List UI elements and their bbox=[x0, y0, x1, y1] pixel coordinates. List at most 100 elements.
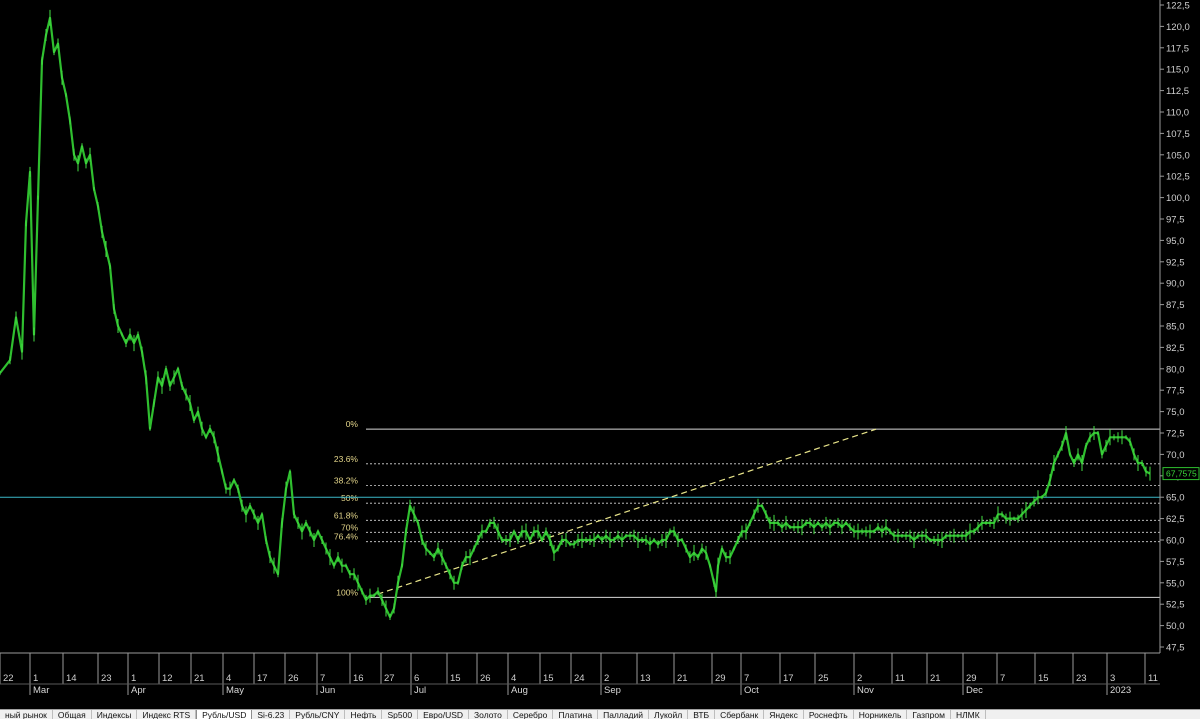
x-tick-label: 15 bbox=[543, 673, 554, 684]
price-chart[interactable]: 0%23.6%38.2%50%61.8%70%76.4%100% 122,512… bbox=[0, 0, 1200, 709]
x-tick-label: 16 bbox=[353, 673, 364, 684]
y-tick-label: 75,0 bbox=[1166, 407, 1185, 418]
y-tick-label: 77,5 bbox=[1166, 386, 1185, 397]
month-label: Mar bbox=[33, 685, 49, 696]
x-tick-label: 15 bbox=[450, 673, 461, 684]
chart-window: 0% 23.6% 38.2% 50% 61.8% 70% 76.4% 100% 122,5 12… bbox=[0, 0, 1200, 719]
tab-instrument[interactable]: Палладий bbox=[598, 710, 650, 719]
y-tick-label: 122,5 bbox=[1166, 1, 1190, 12]
x-tick-label: 13 bbox=[640, 673, 651, 684]
tab-instrument[interactable]: Золото bbox=[469, 710, 508, 719]
fib-level-label: 100% bbox=[336, 587, 358, 597]
month-label: Apr bbox=[131, 685, 146, 696]
x-tick-label: 7 bbox=[744, 673, 749, 684]
y-tick-label: 92,5 bbox=[1166, 257, 1185, 268]
y-tick-label: 110,0 bbox=[1166, 108, 1189, 119]
instrument-tab-bar: ный рынок Общая Индексы Индекс RTS Рубль/USD… bbox=[0, 709, 1200, 719]
x-tick-label: 12 bbox=[162, 673, 173, 684]
month-label: Dec bbox=[966, 685, 983, 696]
x-tick-label: 29 bbox=[715, 673, 726, 684]
x-tick-label: 22 bbox=[3, 673, 14, 684]
y-tick-label: 70,0 bbox=[1166, 450, 1185, 461]
y-tick-label: 65,0 bbox=[1166, 493, 1185, 504]
month-label: Sep bbox=[604, 685, 621, 696]
trend-line-group bbox=[367, 428, 877, 598]
x-tick-label: 7 bbox=[1000, 673, 1005, 684]
tab-instrument[interactable]: Рубль/USD bbox=[196, 710, 253, 719]
x-tick-label: 21 bbox=[677, 673, 688, 684]
tab-instrument[interactable]: Индекс RTS bbox=[137, 710, 197, 719]
fib-level-label: 0% bbox=[346, 419, 359, 429]
y-tick-label: 50,0 bbox=[1166, 621, 1185, 632]
y-tick-label: 87,5 bbox=[1166, 300, 1185, 311]
last-price-label: 67,7575 bbox=[1166, 469, 1197, 479]
trend-line[interactable] bbox=[367, 428, 877, 598]
x-tick-label: 2 bbox=[604, 673, 609, 684]
fib-level-label: 61.8% bbox=[334, 510, 359, 520]
fib-level-label: 38.2% bbox=[334, 476, 359, 486]
month-label: Nov bbox=[857, 685, 874, 696]
x-tick-label: 4 bbox=[511, 673, 516, 684]
x-tick-label: 3 bbox=[1110, 673, 1115, 684]
tab-instrument[interactable]: ный рынок bbox=[0, 710, 53, 719]
tab-instrument[interactable]: Индексы bbox=[92, 710, 138, 719]
y-tick-label: 112,5 bbox=[1166, 86, 1189, 97]
fibonacci-levels: 0%23.6%38.2%50%61.8%70%76.4%100% bbox=[334, 419, 1160, 598]
y-tick-label: 90,0 bbox=[1166, 279, 1185, 290]
y-tick-label: 100,0 bbox=[1166, 193, 1190, 204]
x-tick-label: 7 bbox=[320, 673, 325, 684]
x-tick-label: 6 bbox=[414, 673, 419, 684]
tab-instrument[interactable]: Si-6.23 bbox=[252, 710, 291, 719]
x-tick-label: 23 bbox=[101, 673, 112, 684]
tab-instrument[interactable]: Общая bbox=[53, 710, 92, 719]
x-tick-label: 14 bbox=[66, 673, 77, 684]
y-tick-label: 107,5 bbox=[1166, 129, 1190, 140]
x-tick-label: 23 bbox=[1076, 673, 1087, 684]
y-tick-label: 105,0 bbox=[1166, 150, 1190, 161]
tab-instrument[interactable]: Платина bbox=[553, 710, 599, 719]
tab-instrument[interactable]: НЛМК bbox=[951, 710, 986, 719]
x-tick-label: 2 bbox=[857, 673, 862, 684]
y-tick-label: 52,5 bbox=[1166, 600, 1185, 611]
tab-instrument[interactable]: Sp500 bbox=[382, 710, 419, 719]
tab-instrument[interactable]: Норникель bbox=[854, 710, 908, 719]
y-tick-label: 117,5 bbox=[1166, 43, 1189, 54]
x-tick-label: 26 bbox=[288, 673, 299, 684]
x-tick-label: 15 bbox=[1038, 673, 1049, 684]
x-tick-label: 11 bbox=[895, 673, 905, 684]
y-tick-label: 62,5 bbox=[1166, 514, 1185, 525]
fib-level-label: 50% bbox=[341, 493, 358, 503]
x-tick-label: 17 bbox=[257, 673, 268, 684]
tab-instrument[interactable]: Евро/USD bbox=[418, 710, 470, 719]
month-label: Jul bbox=[414, 685, 426, 696]
tab-instrument[interactable]: Нефть bbox=[345, 710, 383, 719]
x-tick-label: 4 bbox=[226, 673, 231, 684]
y-tick-label: 115,0 bbox=[1166, 65, 1189, 76]
tab-instrument[interactable]: Рубль/CNY bbox=[290, 710, 346, 719]
month-label: Oct bbox=[744, 685, 759, 696]
tab-instrument[interactable]: ВТБ bbox=[688, 710, 716, 719]
fib-level-label: 23.6% bbox=[334, 454, 359, 464]
x-tick-label: 17 bbox=[783, 673, 794, 684]
x-tick-label: 26 bbox=[480, 673, 491, 684]
y-tick-label: 57,5 bbox=[1166, 557, 1185, 568]
tab-instrument[interactable]: Серебро bbox=[508, 710, 554, 719]
last-price-marker: 67,7575 bbox=[1162, 467, 1200, 481]
month-label: May bbox=[226, 685, 244, 696]
tab-instrument[interactable]: Роснефть bbox=[804, 710, 854, 719]
month-label: 2023 bbox=[1110, 685, 1131, 696]
x-tick-label: 29 bbox=[966, 673, 977, 684]
tab-instrument[interactable]: Яндекс bbox=[764, 710, 804, 719]
price-series-group bbox=[0, 9, 1151, 621]
x-tick-label: 1 bbox=[131, 673, 136, 684]
x-tick-label: 24 bbox=[574, 673, 585, 684]
x-tick-label: 25 bbox=[818, 673, 829, 684]
tab-instrument[interactable]: Лукойл bbox=[649, 710, 689, 719]
y-tick-label: 72,5 bbox=[1166, 429, 1185, 440]
tab-instrument[interactable]: Газпром bbox=[907, 710, 951, 719]
y-tick-label: 120,0 bbox=[1166, 22, 1190, 33]
month-label: Jun bbox=[320, 685, 335, 696]
y-axis: 122,5 120,0 117,5 115,0 112,5 110,0 107,5 105,0… bbox=[1159, 0, 1190, 654]
tab-instrument[interactable]: Сбербанк bbox=[715, 710, 765, 719]
y-tick-label: 55,0 bbox=[1166, 578, 1185, 589]
